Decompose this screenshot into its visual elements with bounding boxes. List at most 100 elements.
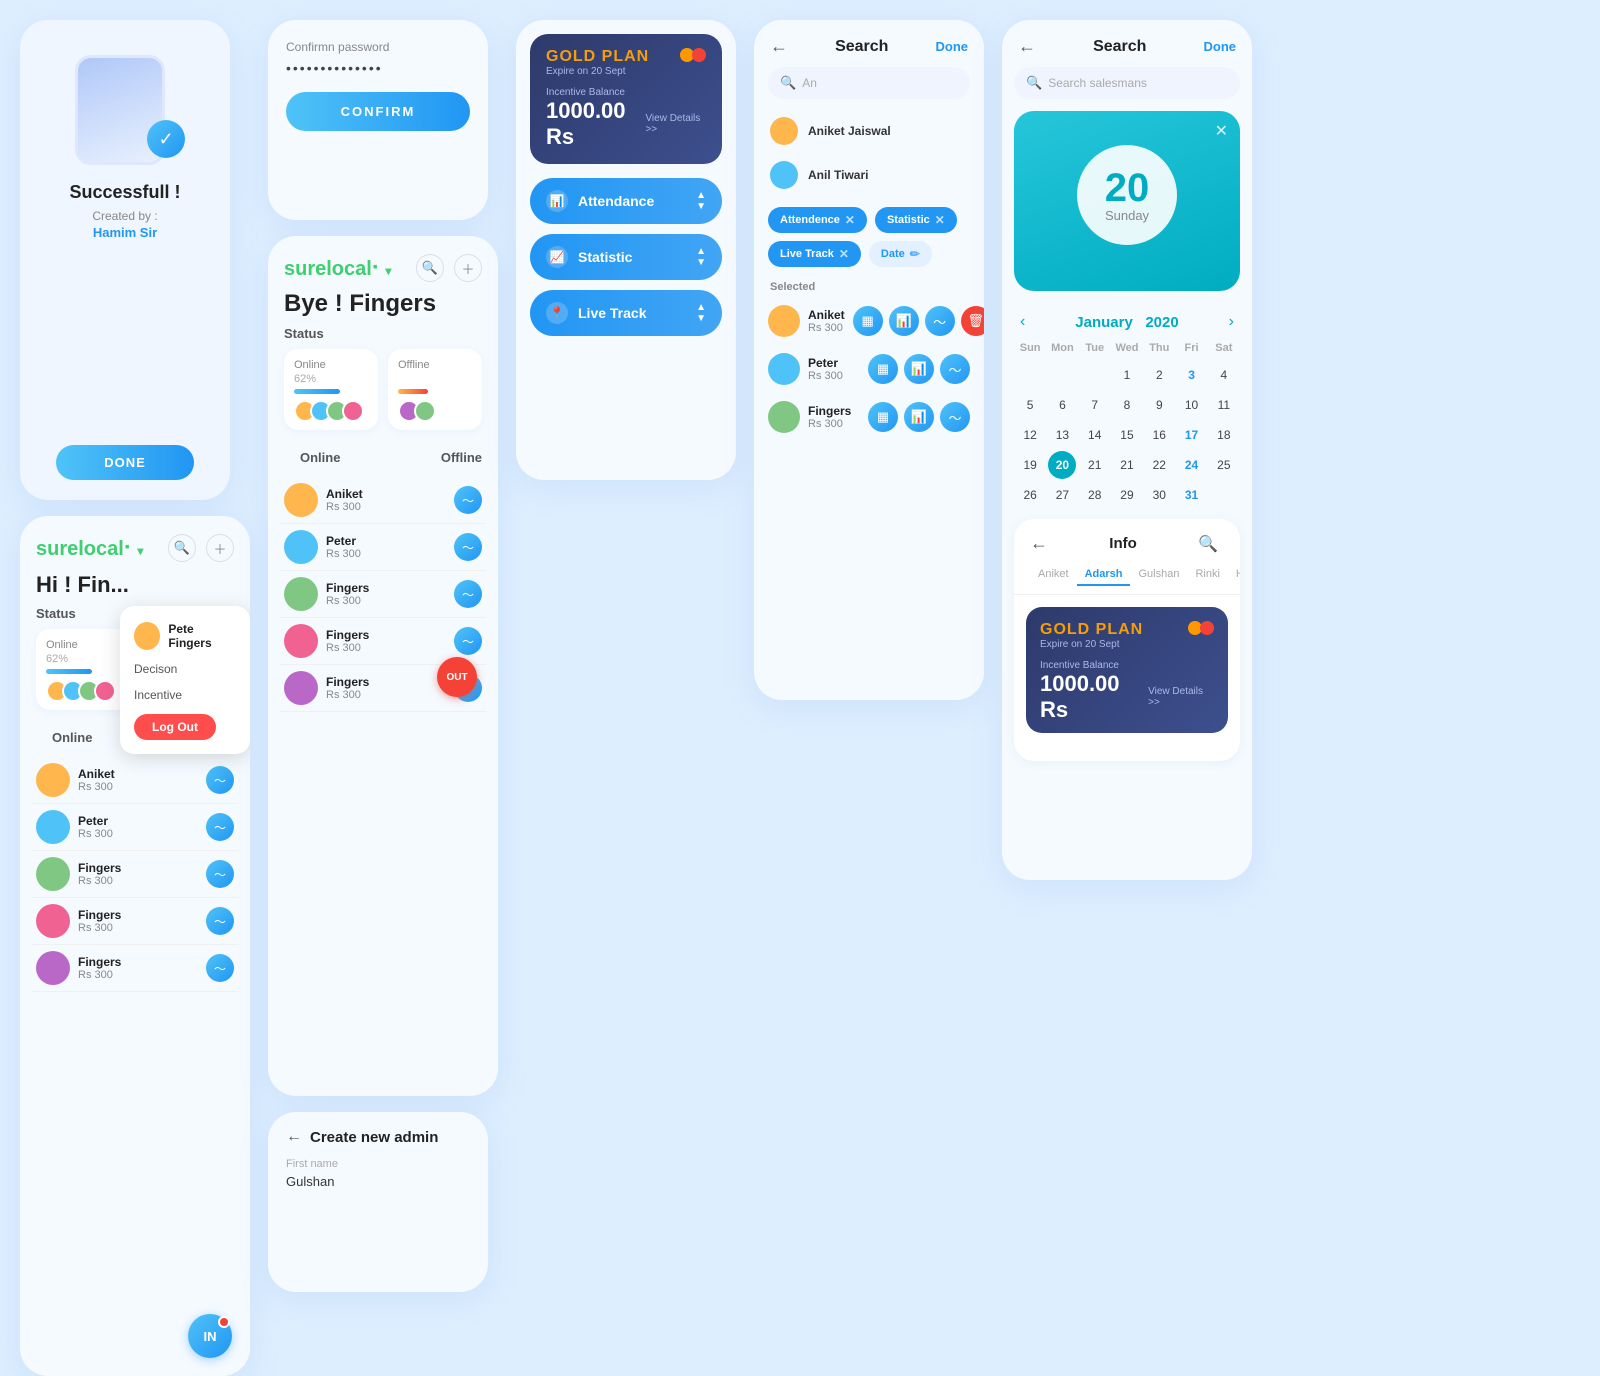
user-action-btn[interactable]: 〜 — [206, 813, 234, 841]
attendance-menu-item[interactable]: 📊 Attendance ▲ ▼ — [530, 178, 722, 224]
tab-more[interactable]: Han... — [1228, 564, 1240, 586]
attendence-chip[interactable]: Attendence ✕ — [768, 207, 867, 233]
cal-cell[interactable]: 28 — [1081, 481, 1109, 509]
cal-cell[interactable]: 31 — [1178, 481, 1206, 509]
search-icon[interactable]: 🔍 — [416, 254, 444, 282]
date-chip[interactable]: Date ✏ — [869, 241, 932, 267]
cal-cell[interactable]: 30 — [1145, 481, 1173, 509]
cal-cell[interactable]: 25 — [1210, 451, 1238, 479]
cal-cell-today[interactable]: 20 — [1048, 451, 1076, 479]
cal-cell[interactable]: 21 — [1113, 451, 1141, 479]
tab-rinki[interactable]: Rinki — [1187, 564, 1227, 586]
search-result-anil[interactable]: Anil Tiwari — [754, 153, 984, 197]
cal-cell[interactable] — [1210, 481, 1238, 509]
cal-cell[interactable]: 6 — [1048, 391, 1076, 419]
tab-adarsh[interactable]: Adarsh — [1077, 564, 1131, 586]
next-month-btn[interactable]: › — [1229, 313, 1234, 331]
done-button[interactable]: DONE — [56, 445, 194, 480]
cal-cell[interactable]: 19 — [1016, 451, 1044, 479]
edit-icon[interactable]: ✏ — [910, 247, 920, 261]
cal-cell[interactable]: 26 — [1016, 481, 1044, 509]
user-action-btn[interactable]: 〜 — [454, 627, 482, 655]
livetrack-chip[interactable]: Live Track ✕ — [768, 241, 861, 267]
view-details-btn[interactable]: View Details >> — [1148, 686, 1214, 708]
add-icon[interactable]: ＋ — [206, 534, 234, 562]
cal-cell[interactable]: 13 — [1048, 421, 1076, 449]
prev-month-btn[interactable]: ‹ — [1020, 313, 1025, 331]
tab-aniket[interactable]: Aniket — [1030, 564, 1077, 586]
cal-cell[interactable]: 1 — [1113, 361, 1141, 389]
action-btn-1[interactable]: ▦ — [868, 354, 898, 384]
add-icon[interactable]: ＋ — [454, 254, 482, 282]
user-action-btn[interactable]: 〜 — [454, 486, 482, 514]
user-action-btn[interactable]: 〜 OUT — [454, 674, 482, 702]
search-result-aniket[interactable]: Aniket Jaiswal — [754, 109, 984, 153]
chip-close-icon[interactable]: ✕ — [839, 247, 849, 261]
livetrack-menu-item[interactable]: 📍 Live Track ▲ ▼ — [530, 290, 722, 336]
logout-button[interactable]: Log Out — [134, 714, 216, 740]
action-btn-1[interactable]: ▦ — [853, 306, 883, 336]
cal-cell[interactable]: 14 — [1081, 421, 1109, 449]
first-name-value[interactable]: Gulshan — [286, 1174, 470, 1189]
user-action-btn[interactable]: 〜 — [206, 766, 234, 794]
user-action-btn[interactable]: 〜 — [206, 860, 234, 888]
chip-close-icon[interactable]: ✕ — [845, 213, 855, 227]
cal-cell[interactable]: 11 — [1210, 391, 1238, 419]
done-button[interactable]: Done — [936, 39, 969, 54]
cal-cell[interactable]: 7 — [1081, 391, 1109, 419]
cal-cell[interactable]: 17 — [1178, 421, 1206, 449]
search-input-wrap[interactable]: 🔍 An — [768, 67, 970, 99]
cal-cell[interactable]: 15 — [1113, 421, 1141, 449]
search-icon[interactable]: 🔍 — [168, 534, 196, 562]
cal-cell[interactable]: 24 — [1178, 451, 1206, 479]
back-icon[interactable]: ← — [1018, 36, 1036, 57]
statistic-chip[interactable]: Statistic ✕ — [875, 207, 957, 233]
cal-cell[interactable]: 16 — [1145, 421, 1173, 449]
action-btn-3[interactable]: 〜 — [940, 354, 970, 384]
cal-cell[interactable]: 2 — [1145, 361, 1173, 389]
cal-cell[interactable]: 18 — [1210, 421, 1238, 449]
search-input[interactable]: Search salesmans — [1048, 76, 1147, 90]
close-icon[interactable]: ✕ — [1215, 121, 1228, 141]
done-button[interactable]: Done — [1204, 39, 1237, 54]
cal-cell[interactable] — [1048, 361, 1076, 389]
cal-cell[interactable]: 22 — [1145, 451, 1173, 479]
bottom-badge[interactable]: IN — [188, 1314, 232, 1358]
search-icon[interactable]: 🔍 — [1198, 534, 1218, 554]
cal-cell[interactable]: 4 — [1210, 361, 1238, 389]
cal-cell[interactable] — [1016, 361, 1044, 389]
user-action-btn[interactable]: 〜 — [454, 533, 482, 561]
user-action-btn[interactable]: 〜 — [206, 954, 234, 982]
action-btn-3[interactable]: 〜 — [925, 306, 955, 336]
action-btn-1[interactable]: ▦ — [868, 402, 898, 432]
back-icon[interactable]: ← — [286, 1128, 302, 1146]
cal-cell[interactable] — [1081, 361, 1109, 389]
back-icon[interactable]: ← — [1030, 533, 1048, 554]
user-action-btn[interactable]: 〜 — [206, 907, 234, 935]
action-btn-2[interactable]: 📊 — [889, 306, 919, 336]
cal-cell[interactable]: 29 — [1113, 481, 1141, 509]
action-btn-2[interactable]: 📊 — [904, 402, 934, 432]
cal-cell[interactable]: 12 — [1016, 421, 1044, 449]
chip-close-icon[interactable]: ✕ — [935, 213, 945, 227]
cal-cell[interactable]: 5 — [1016, 391, 1044, 419]
sl-caret-icon[interactable]: ▾ — [137, 544, 143, 558]
user-action-btn[interactable]: 〜 — [454, 580, 482, 608]
dropdown-decision[interactable]: Decison — [120, 656, 250, 682]
action-btn-2[interactable]: 📊 — [904, 354, 934, 384]
tab-gulshan[interactable]: Gulshan — [1130, 564, 1187, 586]
cal-cell[interactable]: 10 — [1178, 391, 1206, 419]
cal-cell[interactable]: 27 — [1048, 481, 1076, 509]
back-icon[interactable]: ← — [770, 36, 788, 57]
cal-search-input-wrap[interactable]: 🔍 Search salesmans — [1014, 67, 1240, 99]
search-input[interactable]: An — [802, 76, 817, 90]
confirm-button[interactable]: CONFIRM — [286, 92, 470, 131]
cal-cell[interactable]: 21 — [1081, 451, 1109, 479]
cal-cell[interactable]: 8 — [1113, 391, 1141, 419]
statistic-menu-item[interactable]: 📈 Statistic ▲ ▼ — [530, 234, 722, 280]
action-btn-3[interactable]: 〜 — [940, 402, 970, 432]
dropdown-incentive[interactable]: Incentive — [120, 682, 250, 708]
delete-btn[interactable]: 🗑 — [961, 306, 984, 336]
cal-cell[interactable]: 9 — [1145, 391, 1173, 419]
cal-cell[interactable]: 3 — [1178, 361, 1206, 389]
